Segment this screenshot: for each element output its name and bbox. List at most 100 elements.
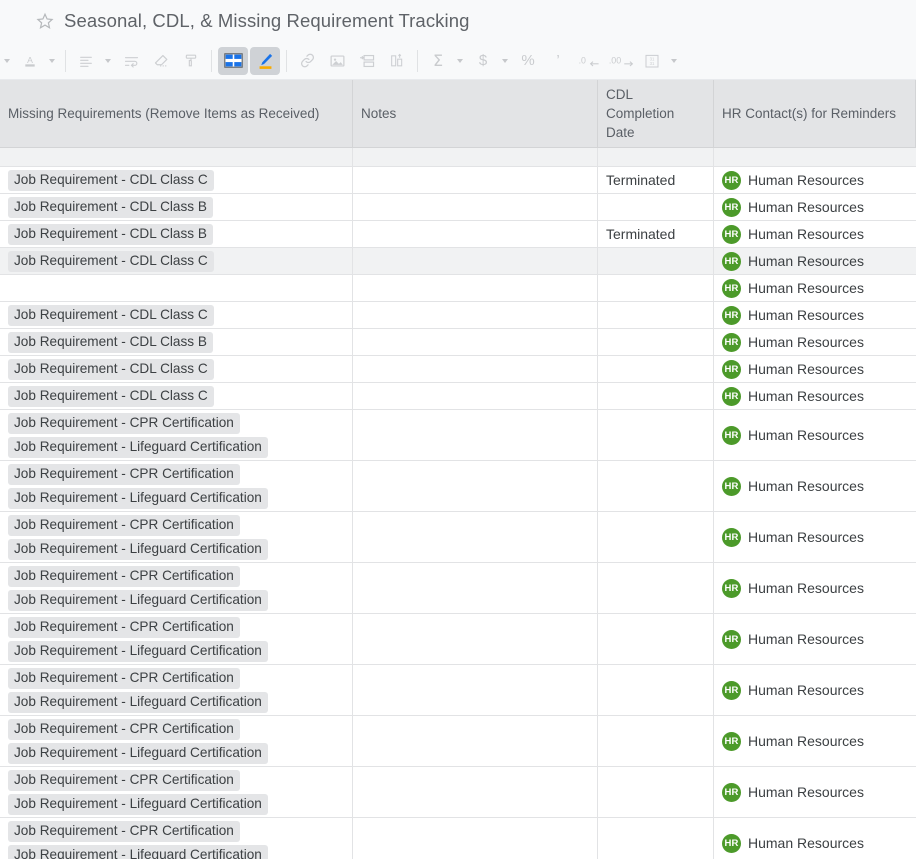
table-row[interactable]: Job Requirement - CPR Certification Job R…: [0, 614, 916, 665]
cell-missing-requirements[interactable]: Job Requirement - CPR Certification Job R…: [0, 410, 353, 461]
cell-missing-requirements[interactable]: Job Requirement - CDL Class C: [0, 302, 353, 329]
cell-missing-requirements[interactable]: Job Requirement - CDL Class C: [0, 167, 353, 194]
requirement-chip[interactable]: Job Requirement - Lifeguard Certificatio…: [8, 640, 268, 662]
requirement-chip[interactable]: Job Requirement - CPR Certification: [8, 514, 240, 536]
currency-dropdown[interactable]: [498, 47, 511, 75]
cell-missing-requirements[interactable]: Job Requirement - CDL Class B: [0, 221, 353, 248]
contact-entry[interactable]: HR Human Resources: [722, 476, 908, 496]
cell-hr-contacts[interactable]: HR Human Resources: [714, 818, 916, 859]
cell-hr-contacts[interactable]: [714, 148, 916, 167]
requirement-chip[interactable]: Job Requirement - CPR Certification: [8, 820, 240, 842]
cell-notes[interactable]: [353, 248, 598, 275]
contact-entry[interactable]: HR Human Resources: [722, 305, 908, 325]
cell-cdl-completion-date[interactable]: [598, 461, 714, 512]
cell-missing-requirements[interactable]: Job Requirement - CDL Class C: [0, 383, 353, 410]
requirement-chip[interactable]: Job Requirement - CDL Class C: [8, 250, 214, 272]
cell-missing-requirements[interactable]: Job Requirement - CDL Class C: [0, 356, 353, 383]
contact-entry[interactable]: HR Human Resources: [722, 680, 908, 700]
cell-cdl-completion-date[interactable]: [598, 356, 714, 383]
cell-notes[interactable]: [353, 461, 598, 512]
cell-hr-contacts[interactable]: HR Human Resources: [714, 383, 916, 410]
cell-cdl-completion-date[interactable]: Terminated: [598, 167, 714, 194]
table-row[interactable]: Job Requirement - CPR Certification Job R…: [0, 512, 916, 563]
requirement-chip[interactable]: Job Requirement - CPR Certification: [8, 463, 240, 485]
cell-missing-requirements[interactable]: Job Requirement - CPR Certification Job R…: [0, 818, 353, 859]
requirement-chip[interactable]: Job Requirement - CDL Class C: [8, 169, 214, 191]
requirement-chip[interactable]: Job Requirement - CDL Class B: [8, 223, 213, 245]
column-header-cdl-completion-date[interactable]: CDL Completion Date: [598, 80, 714, 148]
cell-hr-contacts[interactable]: HR Human Resources: [714, 221, 916, 248]
functions-sigma-icon[interactable]: Σ: [424, 47, 452, 75]
cell-cdl-completion-date[interactable]: [598, 767, 714, 818]
table-row[interactable]: Job Requirement - CDL Class C Terminated H…: [0, 167, 916, 194]
cell-notes[interactable]: [353, 329, 598, 356]
cell-cdl-completion-date[interactable]: [598, 302, 714, 329]
contact-entry[interactable]: HR Human Resources: [722, 782, 908, 802]
contact-entry[interactable]: HR Human Resources: [722, 386, 908, 406]
cell-cdl-completion-date[interactable]: [598, 383, 714, 410]
requirement-chip[interactable]: Job Requirement - Lifeguard Certificatio…: [8, 538, 268, 560]
requirement-chip[interactable]: Job Requirement - Lifeguard Certificatio…: [8, 742, 268, 764]
requirement-chip[interactable]: Job Requirement - CDL Class C: [8, 385, 214, 407]
align-left-button[interactable]: [72, 47, 100, 75]
table-row[interactable]: Job Requirement - CDL Class C HR Human Res…: [0, 356, 916, 383]
cell-cdl-completion-date[interactable]: [598, 148, 714, 167]
fill-color-button[interactable]: [250, 46, 280, 75]
percent-icon[interactable]: %: [514, 47, 542, 75]
cell-missing-requirements[interactable]: Job Requirement - CPR Certification Job R…: [0, 665, 353, 716]
cell-hr-contacts[interactable]: HR Human Resources: [714, 614, 916, 665]
cell-missing-requirements[interactable]: Job Requirement - CDL Class B: [0, 194, 353, 221]
table-row[interactable]: Job Requirement - CPR Certification Job R…: [0, 410, 916, 461]
requirement-chip[interactable]: Job Requirement - Lifeguard Certificatio…: [8, 589, 268, 611]
cell-missing-requirements[interactable]: Job Requirement - CPR Certification Job R…: [0, 716, 353, 767]
cell-missing-requirements[interactable]: Job Requirement - CPR Certification Job R…: [0, 461, 353, 512]
requirement-chip[interactable]: Job Requirement - Lifeguard Certificatio…: [8, 691, 268, 713]
cell-notes[interactable]: [353, 221, 598, 248]
contact-entry[interactable]: HR Human Resources: [722, 527, 908, 547]
requirement-chip[interactable]: Job Requirement - Lifeguard Certificatio…: [8, 436, 268, 458]
cell-notes[interactable]: [353, 356, 598, 383]
cell-missing-requirements[interactable]: Job Requirement - CPR Certification Job R…: [0, 614, 353, 665]
cell-notes[interactable]: [353, 767, 598, 818]
contact-entry[interactable]: HR Human Resources: [722, 224, 908, 244]
table-row[interactable]: Job Requirement - CPR Certification Job R…: [0, 665, 916, 716]
align-dropdown[interactable]: [101, 47, 114, 75]
cell-hr-contacts[interactable]: HR Human Resources: [714, 716, 916, 767]
comma-format-icon[interactable]: ’: [544, 47, 572, 75]
insert-link-icon[interactable]: [293, 47, 321, 75]
cell-notes[interactable]: [353, 167, 598, 194]
cell-hr-contacts[interactable]: HR Human Resources: [714, 356, 916, 383]
contact-entry[interactable]: HR Human Resources: [722, 833, 908, 853]
cell-missing-requirements[interactable]: Job Requirement - CDL Class C: [0, 248, 353, 275]
requirement-chip[interactable]: Job Requirement - Lifeguard Certificatio…: [8, 844, 268, 859]
cell-notes[interactable]: [353, 614, 598, 665]
cell-notes[interactable]: [353, 563, 598, 614]
cell-notes[interactable]: [353, 818, 598, 859]
cell-notes[interactable]: [353, 716, 598, 767]
cell-notes[interactable]: [353, 512, 598, 563]
table-row[interactable]: Job Requirement - CDL Class B HR Human Res…: [0, 194, 916, 221]
requirement-chip[interactable]: Job Requirement - CPR Certification: [8, 412, 240, 434]
contact-entry[interactable]: HR Human Resources: [722, 197, 908, 217]
cell-cdl-completion-date[interactable]: [598, 248, 714, 275]
decrease-decimal-icon[interactable]: .0: [574, 47, 604, 75]
requirement-chip[interactable]: Job Requirement - CDL Class B: [8, 331, 213, 353]
requirement-chip[interactable]: Job Requirement - Lifeguard Certificatio…: [8, 793, 268, 815]
table-row[interactable]: Job Requirement - CPR Certification Job R…: [0, 818, 916, 859]
cell-notes[interactable]: [353, 383, 598, 410]
cell-hr-contacts[interactable]: HR Human Resources: [714, 410, 916, 461]
insert-image-icon[interactable]: [323, 47, 351, 75]
table-row[interactable]: HR Human Resources: [0, 275, 916, 302]
cell-notes[interactable]: [353, 410, 598, 461]
cell-cdl-completion-date[interactable]: [598, 665, 714, 716]
table-row[interactable]: Job Requirement - CDL Class C HR Human Res…: [0, 302, 916, 329]
table-row[interactable]: Job Requirement - CDL Class C HR Human Res…: [0, 248, 916, 275]
column-header-notes[interactable]: Notes: [353, 80, 598, 148]
star-outline-icon[interactable]: [36, 12, 54, 30]
cell-missing-requirements[interactable]: Job Requirement - CPR Certification Job R…: [0, 512, 353, 563]
contact-entry[interactable]: HR Human Resources: [722, 359, 908, 379]
table-row[interactable]: Job Requirement - CDL Class C HR Human Res…: [0, 383, 916, 410]
cell-hr-contacts[interactable]: HR Human Resources: [714, 767, 916, 818]
cell-missing-requirements[interactable]: [0, 148, 353, 167]
requirement-chip[interactable]: Job Requirement - CDL Class C: [8, 358, 214, 380]
